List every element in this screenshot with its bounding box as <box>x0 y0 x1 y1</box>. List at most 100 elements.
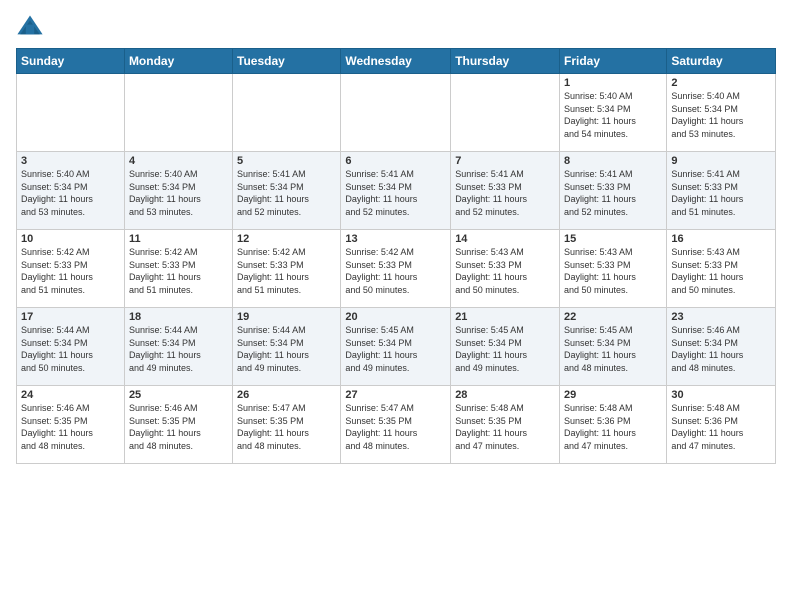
day-number: 9 <box>671 155 771 167</box>
day-info: Sunrise: 5:46 AM Sunset: 5:35 PM Dayligh… <box>129 402 228 452</box>
day-info: Sunrise: 5:47 AM Sunset: 5:35 PM Dayligh… <box>237 402 336 452</box>
day-number: 3 <box>21 155 120 167</box>
day-info: Sunrise: 5:46 AM Sunset: 5:35 PM Dayligh… <box>21 402 120 452</box>
week-row-2: 3Sunrise: 5:40 AM Sunset: 5:34 PM Daylig… <box>17 152 776 230</box>
day-info: Sunrise: 5:42 AM Sunset: 5:33 PM Dayligh… <box>345 246 446 296</box>
page: SundayMondayTuesdayWednesdayThursdayFrid… <box>0 0 792 612</box>
day-info: Sunrise: 5:48 AM Sunset: 5:36 PM Dayligh… <box>564 402 662 452</box>
col-header-monday: Monday <box>124 49 232 74</box>
col-header-sunday: Sunday <box>17 49 125 74</box>
logo <box>16 12 48 40</box>
cell-0-5: 1Sunrise: 5:40 AM Sunset: 5:34 PM Daylig… <box>560 74 667 152</box>
cell-4-6: 30Sunrise: 5:48 AM Sunset: 5:36 PM Dayli… <box>667 386 776 464</box>
cell-4-5: 29Sunrise: 5:48 AM Sunset: 5:36 PM Dayli… <box>560 386 667 464</box>
day-info: Sunrise: 5:41 AM Sunset: 5:34 PM Dayligh… <box>345 168 446 218</box>
day-info: Sunrise: 5:43 AM Sunset: 5:33 PM Dayligh… <box>564 246 662 296</box>
cell-1-6: 9Sunrise: 5:41 AM Sunset: 5:33 PM Daylig… <box>667 152 776 230</box>
cell-0-2 <box>233 74 341 152</box>
cell-0-1 <box>124 74 232 152</box>
day-number: 8 <box>564 155 662 167</box>
cell-3-2: 19Sunrise: 5:44 AM Sunset: 5:34 PM Dayli… <box>233 308 341 386</box>
cell-1-3: 6Sunrise: 5:41 AM Sunset: 5:34 PM Daylig… <box>341 152 451 230</box>
cell-1-2: 5Sunrise: 5:41 AM Sunset: 5:34 PM Daylig… <box>233 152 341 230</box>
calendar-table: SundayMondayTuesdayWednesdayThursdayFrid… <box>16 48 776 464</box>
cell-4-0: 24Sunrise: 5:46 AM Sunset: 5:35 PM Dayli… <box>17 386 125 464</box>
calendar-header-row: SundayMondayTuesdayWednesdayThursdayFrid… <box>17 49 776 74</box>
week-row-5: 24Sunrise: 5:46 AM Sunset: 5:35 PM Dayli… <box>17 386 776 464</box>
col-header-friday: Friday <box>560 49 667 74</box>
week-row-3: 10Sunrise: 5:42 AM Sunset: 5:33 PM Dayli… <box>17 230 776 308</box>
day-info: Sunrise: 5:42 AM Sunset: 5:33 PM Dayligh… <box>129 246 228 296</box>
col-header-saturday: Saturday <box>667 49 776 74</box>
cell-2-4: 14Sunrise: 5:43 AM Sunset: 5:33 PM Dayli… <box>451 230 560 308</box>
day-number: 21 <box>455 311 555 323</box>
day-info: Sunrise: 5:42 AM Sunset: 5:33 PM Dayligh… <box>21 246 120 296</box>
day-number: 22 <box>564 311 662 323</box>
day-number: 17 <box>21 311 120 323</box>
day-info: Sunrise: 5:44 AM Sunset: 5:34 PM Dayligh… <box>129 324 228 374</box>
day-number: 18 <box>129 311 228 323</box>
cell-4-3: 27Sunrise: 5:47 AM Sunset: 5:35 PM Dayli… <box>341 386 451 464</box>
cell-2-3: 13Sunrise: 5:42 AM Sunset: 5:33 PM Dayli… <box>341 230 451 308</box>
cell-3-0: 17Sunrise: 5:44 AM Sunset: 5:34 PM Dayli… <box>17 308 125 386</box>
week-row-1: 1Sunrise: 5:40 AM Sunset: 5:34 PM Daylig… <box>17 74 776 152</box>
col-header-thursday: Thursday <box>451 49 560 74</box>
cell-2-0: 10Sunrise: 5:42 AM Sunset: 5:33 PM Dayli… <box>17 230 125 308</box>
header <box>16 12 776 40</box>
cell-0-4 <box>451 74 560 152</box>
day-number: 15 <box>564 233 662 245</box>
day-info: Sunrise: 5:43 AM Sunset: 5:33 PM Dayligh… <box>671 246 771 296</box>
cell-3-5: 22Sunrise: 5:45 AM Sunset: 5:34 PM Dayli… <box>560 308 667 386</box>
day-number: 4 <box>129 155 228 167</box>
day-number: 19 <box>237 311 336 323</box>
day-info: Sunrise: 5:45 AM Sunset: 5:34 PM Dayligh… <box>564 324 662 374</box>
day-info: Sunrise: 5:47 AM Sunset: 5:35 PM Dayligh… <box>345 402 446 452</box>
day-number: 27 <box>345 389 446 401</box>
logo-icon <box>16 12 44 40</box>
day-number: 1 <box>564 77 662 89</box>
col-header-tuesday: Tuesday <box>233 49 341 74</box>
day-number: 10 <box>21 233 120 245</box>
cell-2-5: 15Sunrise: 5:43 AM Sunset: 5:33 PM Dayli… <box>560 230 667 308</box>
cell-4-4: 28Sunrise: 5:48 AM Sunset: 5:35 PM Dayli… <box>451 386 560 464</box>
day-info: Sunrise: 5:46 AM Sunset: 5:34 PM Dayligh… <box>671 324 771 374</box>
cell-0-3 <box>341 74 451 152</box>
cell-1-4: 7Sunrise: 5:41 AM Sunset: 5:33 PM Daylig… <box>451 152 560 230</box>
day-number: 12 <box>237 233 336 245</box>
cell-2-1: 11Sunrise: 5:42 AM Sunset: 5:33 PM Dayli… <box>124 230 232 308</box>
day-number: 7 <box>455 155 555 167</box>
day-info: Sunrise: 5:42 AM Sunset: 5:33 PM Dayligh… <box>237 246 336 296</box>
day-number: 25 <box>129 389 228 401</box>
day-info: Sunrise: 5:44 AM Sunset: 5:34 PM Dayligh… <box>237 324 336 374</box>
cell-0-6: 2Sunrise: 5:40 AM Sunset: 5:34 PM Daylig… <box>667 74 776 152</box>
day-info: Sunrise: 5:45 AM Sunset: 5:34 PM Dayligh… <box>455 324 555 374</box>
cell-0-0 <box>17 74 125 152</box>
cell-4-2: 26Sunrise: 5:47 AM Sunset: 5:35 PM Dayli… <box>233 386 341 464</box>
day-info: Sunrise: 5:41 AM Sunset: 5:33 PM Dayligh… <box>455 168 555 218</box>
cell-1-0: 3Sunrise: 5:40 AM Sunset: 5:34 PM Daylig… <box>17 152 125 230</box>
cell-2-2: 12Sunrise: 5:42 AM Sunset: 5:33 PM Dayli… <box>233 230 341 308</box>
day-number: 24 <box>21 389 120 401</box>
day-info: Sunrise: 5:41 AM Sunset: 5:33 PM Dayligh… <box>564 168 662 218</box>
day-number: 20 <box>345 311 446 323</box>
cell-3-6: 23Sunrise: 5:46 AM Sunset: 5:34 PM Dayli… <box>667 308 776 386</box>
day-info: Sunrise: 5:41 AM Sunset: 5:34 PM Dayligh… <box>237 168 336 218</box>
cell-1-5: 8Sunrise: 5:41 AM Sunset: 5:33 PM Daylig… <box>560 152 667 230</box>
col-header-wednesday: Wednesday <box>341 49 451 74</box>
day-info: Sunrise: 5:40 AM Sunset: 5:34 PM Dayligh… <box>21 168 120 218</box>
day-number: 28 <box>455 389 555 401</box>
day-number: 29 <box>564 389 662 401</box>
day-number: 2 <box>671 77 771 89</box>
day-number: 26 <box>237 389 336 401</box>
day-info: Sunrise: 5:44 AM Sunset: 5:34 PM Dayligh… <box>21 324 120 374</box>
day-info: Sunrise: 5:48 AM Sunset: 5:36 PM Dayligh… <box>671 402 771 452</box>
day-number: 23 <box>671 311 771 323</box>
day-info: Sunrise: 5:40 AM Sunset: 5:34 PM Dayligh… <box>129 168 228 218</box>
cell-3-1: 18Sunrise: 5:44 AM Sunset: 5:34 PM Dayli… <box>124 308 232 386</box>
day-info: Sunrise: 5:48 AM Sunset: 5:35 PM Dayligh… <box>455 402 555 452</box>
day-number: 11 <box>129 233 228 245</box>
day-number: 5 <box>237 155 336 167</box>
day-number: 6 <box>345 155 446 167</box>
cell-2-6: 16Sunrise: 5:43 AM Sunset: 5:33 PM Dayli… <box>667 230 776 308</box>
cell-4-1: 25Sunrise: 5:46 AM Sunset: 5:35 PM Dayli… <box>124 386 232 464</box>
